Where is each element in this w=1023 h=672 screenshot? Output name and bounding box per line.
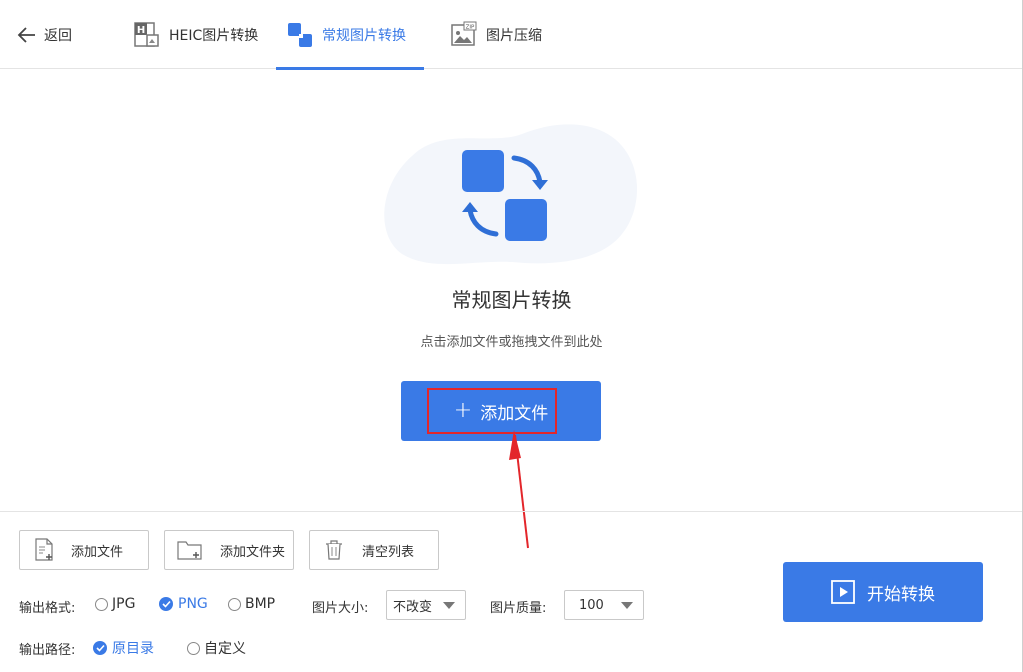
file-drop-zone[interactable]: 常规图片转换 点击添加文件或拖拽文件到此处 + 添加文件 (0, 70, 1023, 549)
plus-icon: + (453, 398, 473, 423)
image-size-value: 不改变 (393, 599, 433, 615)
dropzone-title: 常规图片转换 (451, 288, 572, 312)
checked-icon (159, 597, 173, 611)
tab-heic-convert[interactable]: H HEIC图片转换 (133, 0, 258, 69)
image-quality-value: 100 (579, 597, 604, 613)
add-folder-icon (177, 541, 202, 560)
add-file-button[interactable]: + 添加文件 (401, 381, 601, 441)
image-size-select[interactable]: 不改变 (386, 590, 466, 620)
chevron-down-icon (443, 602, 455, 609)
output-format-label: 输出格式: (19, 601, 76, 616)
play-icon (831, 580, 855, 604)
dropzone-hint: 点击添加文件或拖拽文件到此处 (420, 335, 603, 350)
tab-label: 常规图片转换 (322, 27, 406, 44)
format-radio-jpg[interactable]: JPG (95, 596, 135, 612)
radio-circle-icon (228, 597, 241, 611)
trash-icon (326, 540, 342, 560)
zip-image-icon: ZIP (451, 21, 477, 46)
top-bar: 返回 H HEIC图片转换 常规图片转换 ZIP 图片压缩 (0, 0, 1023, 70)
tab-label: HEIC图片转换 (169, 27, 259, 44)
svg-text:H: H (137, 25, 145, 36)
panel-divider (0, 511, 1023, 512)
add-file-toolbar-label: 添加文件 (71, 544, 124, 560)
add-folder-label: 添加文件夹 (220, 544, 286, 560)
start-convert-button[interactable]: 开始转换 (783, 562, 983, 622)
output-path-label: 输出路径: (19, 643, 76, 658)
tab-label: 图片压缩 (486, 27, 542, 44)
svg-text:ZIP: ZIP (466, 24, 475, 30)
convert-images-icon (288, 22, 312, 47)
format-jpg-label: JPG (112, 596, 136, 612)
add-folder-button[interactable]: 添加文件夹 (164, 530, 294, 570)
format-bmp-label: BMP (245, 596, 276, 612)
back-label: 返回 (44, 28, 72, 44)
image-quality-label: 图片质量: (490, 601, 547, 616)
add-file-icon (35, 538, 53, 561)
convert-images-icon (462, 150, 548, 241)
image-quality-select[interactable]: 100 (564, 590, 644, 620)
path-original-label: 原目录 (112, 641, 154, 657)
format-radio-bmp[interactable]: BMP (228, 596, 275, 612)
back-button[interactable]: 返回 (16, 22, 72, 48)
start-convert-label: 开始转换 (867, 584, 935, 605)
tab-regular-convert[interactable]: 常规图片转换 (276, 0, 424, 70)
clear-list-button[interactable]: 清空列表 (309, 530, 439, 570)
chevron-down-icon (621, 602, 633, 609)
path-custom-label: 自定义 (204, 641, 246, 657)
radio-circle-icon (95, 597, 108, 611)
path-radio-custom[interactable]: 自定义 (187, 638, 246, 658)
add-file-toolbar-button[interactable]: 添加文件 (19, 530, 149, 570)
tab-image-compress[interactable]: ZIP 图片压缩 (450, 0, 542, 69)
add-file-label: 添加文件 (480, 403, 549, 424)
clear-list-label: 清空列表 (362, 544, 415, 560)
heic-file-icon: H (134, 21, 159, 47)
arrow-left-icon (17, 27, 35, 43)
format-radio-png[interactable]: PNG (159, 596, 208, 612)
radio-circle-icon (187, 641, 200, 655)
path-radio-original[interactable]: 原目录 (93, 638, 154, 658)
format-png-label: PNG (178, 596, 208, 612)
checked-icon (93, 641, 107, 655)
image-size-label: 图片大小: (312, 601, 369, 616)
